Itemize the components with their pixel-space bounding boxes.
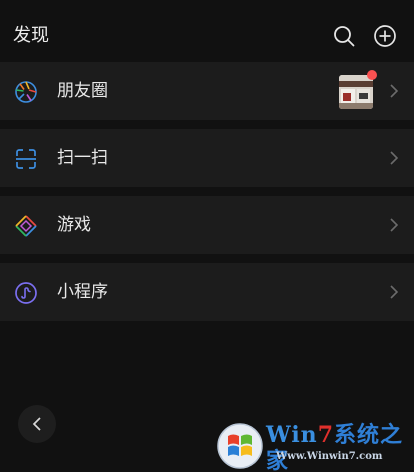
search-icon bbox=[334, 26, 355, 47]
discover-item-mini-programs[interactable]: 小程序 bbox=[0, 263, 414, 321]
discover-item-label: 小程序 bbox=[57, 282, 108, 302]
discover-item-label: 扫一扫 bbox=[57, 148, 108, 168]
watermark-brand: Win7系统之家 bbox=[266, 422, 404, 472]
moments-aperture-icon bbox=[15, 81, 37, 103]
discover-item-moments[interactable]: 朋友圈 bbox=[0, 62, 414, 120]
new-moments-dot bbox=[367, 70, 377, 80]
chevron-right-icon bbox=[390, 151, 399, 165]
discover-screen: 发现 朋友圈 扫一扫 游戏 小程序 Win7系统之家 Www.Winwin7.c… bbox=[0, 0, 414, 472]
chevron-right-icon bbox=[390, 218, 399, 232]
page-title: 发现 bbox=[13, 25, 49, 46]
game-diamond-icon bbox=[15, 215, 37, 237]
chevron-right-icon bbox=[390, 285, 399, 299]
add-button[interactable] bbox=[372, 22, 398, 50]
back-button[interactable] bbox=[18, 405, 56, 443]
discover-item-games[interactable]: 游戏 bbox=[0, 196, 414, 254]
plus-circle-icon bbox=[374, 25, 396, 47]
windows-logo-icon bbox=[217, 423, 263, 469]
chevron-right-icon bbox=[390, 84, 399, 98]
chevron-left-icon bbox=[32, 417, 41, 431]
site-watermark: Win7系统之家 Www.Winwin7.com bbox=[214, 418, 414, 472]
discover-item-label: 朋友圈 bbox=[57, 81, 108, 101]
scan-icon bbox=[16, 149, 36, 169]
discover-item-scan[interactable]: 扫一扫 bbox=[0, 129, 414, 187]
moments-thumbnail bbox=[339, 75, 373, 109]
header-bar: 发现 bbox=[0, 0, 414, 60]
watermark-url: Www.Winwin7.com bbox=[276, 451, 383, 462]
search-button[interactable] bbox=[331, 22, 357, 50]
mini-program-icon bbox=[15, 282, 37, 304]
discover-item-label: 游戏 bbox=[57, 215, 91, 235]
